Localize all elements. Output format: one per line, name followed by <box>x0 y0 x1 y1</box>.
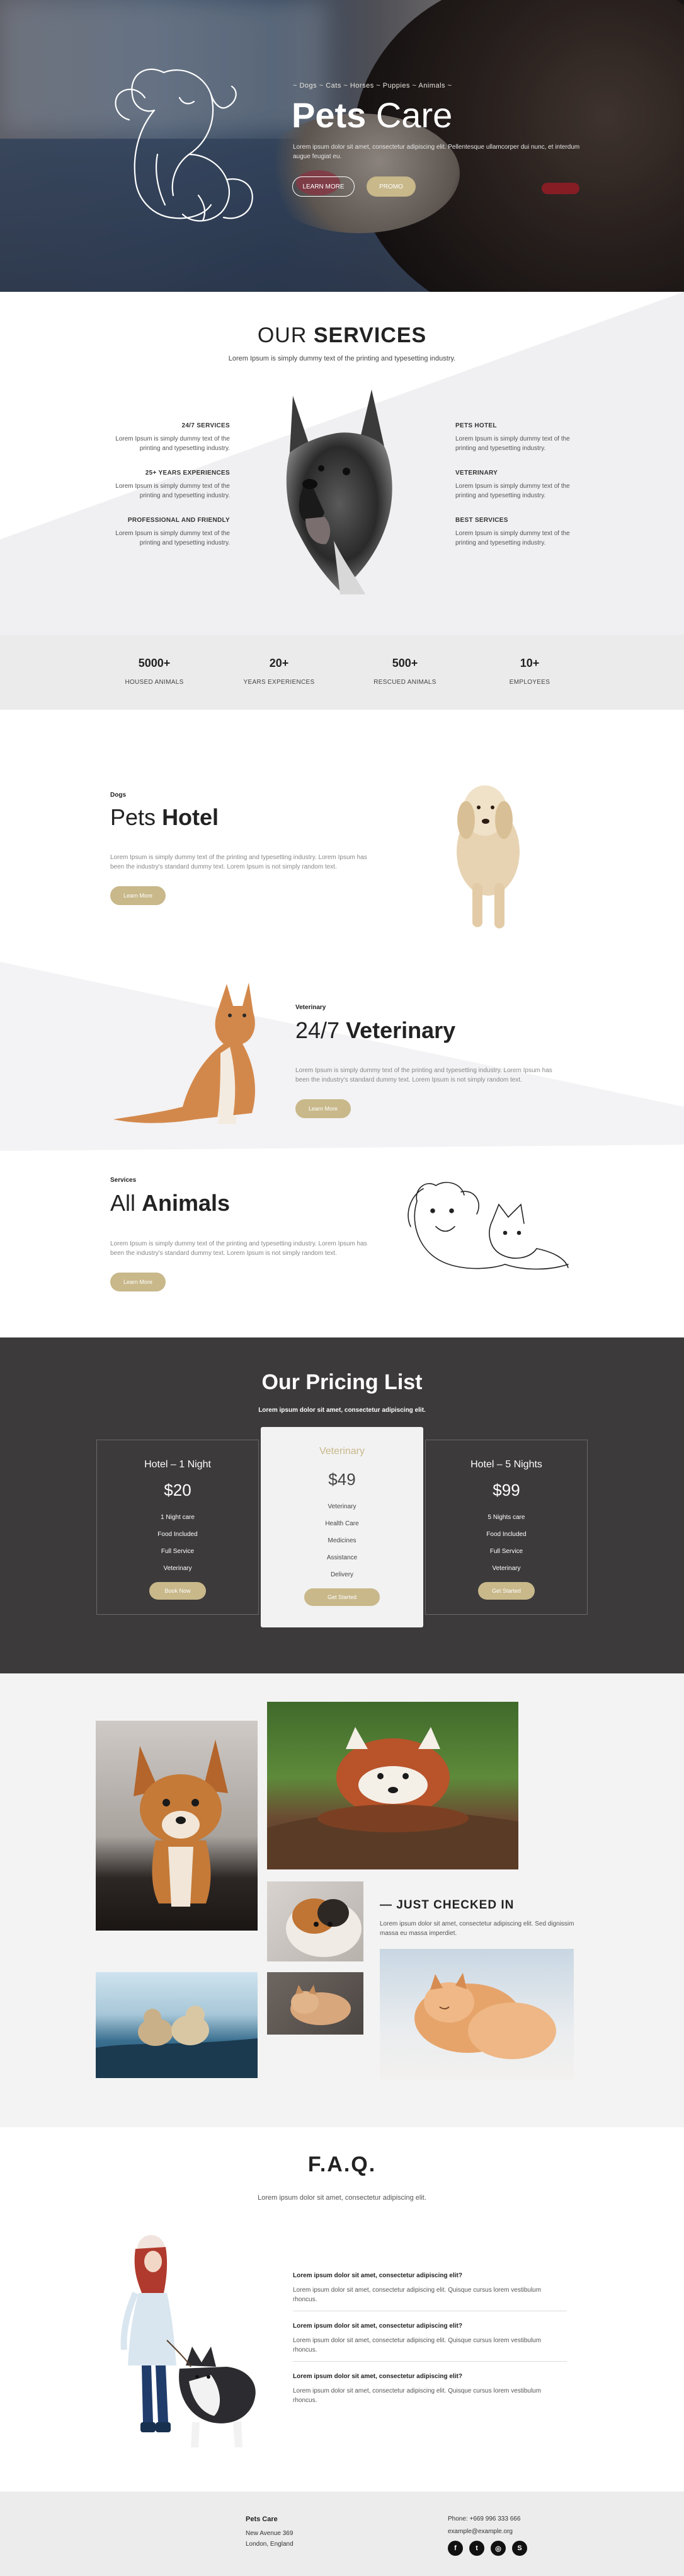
girl-with-husky-illustration <box>120 2235 256 2447</box>
faq-question[interactable]: Lorem ipsum dolor sit amet, consectetur … <box>293 2272 567 2279</box>
faq-item[interactable]: Lorem ipsum dolor sit amet, consectetur … <box>293 2373 567 2405</box>
dog-cat-logo-icon <box>115 68 253 222</box>
dog-cat-sketch-illustration <box>408 1182 569 1270</box>
cat-photo <box>113 983 255 1124</box>
service-item: PROFESSIONAL AND FRIENDLY Lorem Ipsum is… <box>115 517 230 546</box>
german-shepherd-illustration <box>286 390 392 594</box>
hero-title: Pets Care <box>292 95 453 135</box>
faq-intro: Lorem ipsum dolor sit amet, consectetur … <box>258 2194 426 2202</box>
faq-item[interactable]: Lorem ipsum dolor sit amet, consectetur … <box>293 2272 567 2311</box>
sleeping-kitten-photo <box>267 1972 363 2035</box>
footer-phone[interactable]: Phone: +669 996 333 666 <box>448 2515 520 2522</box>
feature-description: Lorem Ipsum is simply dummy text of the … <box>110 1240 367 1257</box>
feature-title: All Animals <box>110 1190 231 1216</box>
footer: Pets Care New Avenue 369 London, England… <box>0 2492 684 2576</box>
faq-section: F.A.Q. Lorem ipsum dolor sit amet, conse… <box>0 2127 684 2492</box>
pricing-plan-veterinary: Veterinary $49 Veterinary Health Care Me… <box>261 1427 423 1627</box>
footer-email[interactable]: example@example.org <box>448 2528 513 2535</box>
all-animals-learn-more-button[interactable]: Learn More <box>110 1273 166 1291</box>
feature-kicker: Dogs <box>110 792 126 799</box>
stat-housed-animals: 5000+ HOUSED ANIMALS <box>125 657 184 686</box>
just-checked-in-description: Lorem ipsum dolor sit amet, consectetur … <box>380 1920 574 1937</box>
feature-kicker: Services <box>110 1177 137 1184</box>
gallery-section: — JUST CHECKED IN Lorem ipsum dolor sit … <box>0 1673 684 2127</box>
get-started-button[interactable]: Get Started <box>304 1588 380 1606</box>
dogs-on-beach-photo <box>96 1972 258 2078</box>
hero-section: ~ Dogs ~ Cats ~ Horses ~ Puppies ~ Anima… <box>0 0 684 292</box>
hero-description: Lorem ipsum dolor sit amet, consectetur … <box>293 144 580 160</box>
get-started-button[interactable]: Get Started <box>478 1582 535 1600</box>
faq-answer: Lorem ipsum dolor sit amet, consectetur … <box>293 2287 542 2303</box>
pricing-plan-hotel-1-night: Hotel – 1 Night $20 1 Night care Food In… <box>96 1440 259 1615</box>
services-intro: Lorem Ipsum is simply dummy text of the … <box>228 355 456 362</box>
features-section: Dogs Pets Hotel Lorem Ipsum is simply du… <box>0 710 684 1337</box>
service-item: 24/7 SERVICES Lorem Ipsum is simply dumm… <box>115 422 230 452</box>
pricing-plan-hotel-5-nights: Hotel – 5 Nights $99 5 Nights care Food … <box>425 1440 588 1615</box>
stat-employees: 10+ EMPLOYEES <box>509 657 550 686</box>
stat-rescued-animals: 500+ RESCUED ANIMALS <box>373 657 436 686</box>
faq-question[interactable]: Lorem ipsum dolor sit amet, consectetur … <box>293 2323 567 2330</box>
just-checked-in-title: — JUST CHECKED IN <box>380 1898 515 1912</box>
hero-categories: ~ Dogs ~ Cats ~ Horses ~ Puppies ~ Anima… <box>293 82 452 90</box>
stat-years-experience: 20+ YEARS EXPERIENCES <box>243 657 315 686</box>
service-item: BEST SERVICES Lorem Ipsum is simply dumm… <box>455 517 570 546</box>
social-links: f t ◎ S <box>448 2541 527 2556</box>
pricing-section: Our Pricing List Lorem ipsum dolor sit a… <box>0 1337 684 1673</box>
faq-title: F.A.Q. <box>307 2152 377 2176</box>
twitter-icon[interactable]: t <box>469 2541 484 2556</box>
services-section: OUR SERVICES Lorem Ipsum is simply dummy… <box>0 292 684 635</box>
pets-hotel-learn-more-button[interactable]: Learn More <box>110 886 166 905</box>
stats-section: 5000+ HOUSED ANIMALS 20+ YEARS EXPERIENC… <box>0 635 684 710</box>
learn-more-button[interactable]: LEARN MORE <box>292 176 355 197</box>
instagram-icon[interactable]: ◎ <box>491 2541 506 2556</box>
pricing-intro: Lorem ipsum dolor sit amet, consectetur … <box>258 1407 426 1414</box>
footer-address: New Avenue 369 London, England <box>246 2530 294 2548</box>
skype-icon[interactable]: S <box>512 2541 527 2556</box>
service-item: 25+ YEARS EXPERIENCES Lorem Ipsum is sim… <box>115 470 230 499</box>
golden-retriever-photo <box>457 785 520 928</box>
feature-title: Pets Hotel <box>110 804 219 830</box>
calico-cat-photo <box>267 1881 363 1961</box>
red-panda-photo <box>267 1702 518 1869</box>
pricing-title: Our Pricing List <box>261 1370 423 1394</box>
feature-description: Lorem Ipsum is simply dummy text of the … <box>110 854 367 870</box>
faq-answer: Lorem ipsum dolor sit amet, consectetur … <box>293 2388 542 2404</box>
faq-item[interactable]: Lorem ipsum dolor sit amet, consectetur … <box>293 2323 567 2362</box>
service-item: PETS HOTEL Lorem Ipsum is simply dummy t… <box>455 422 570 452</box>
feature-kicker: Veterinary <box>295 1004 326 1011</box>
faq-answer: Lorem ipsum dolor sit amet, consectetur … <box>293 2337 542 2354</box>
puppy-photo <box>96 1721 258 1931</box>
service-item: VETERINARY Lorem Ipsum is simply dummy t… <box>455 470 570 499</box>
feature-description: Lorem Ipsum is simply dummy text of the … <box>295 1067 552 1083</box>
footer-brand: Pets Care <box>246 2515 278 2523</box>
promo-button[interactable]: PROMO <box>367 176 416 197</box>
book-now-button[interactable]: Book Now <box>149 1582 206 1600</box>
feature-title: 24/7 Veterinary <box>295 1017 456 1043</box>
veterinary-learn-more-button[interactable]: Learn More <box>295 1099 351 1118</box>
services-title: OUR SERVICES <box>257 323 427 347</box>
ginger-kittens-photo <box>380 1949 574 2079</box>
facebook-icon[interactable]: f <box>448 2541 463 2556</box>
faq-question[interactable]: Lorem ipsum dolor sit amet, consectetur … <box>293 2373 567 2380</box>
